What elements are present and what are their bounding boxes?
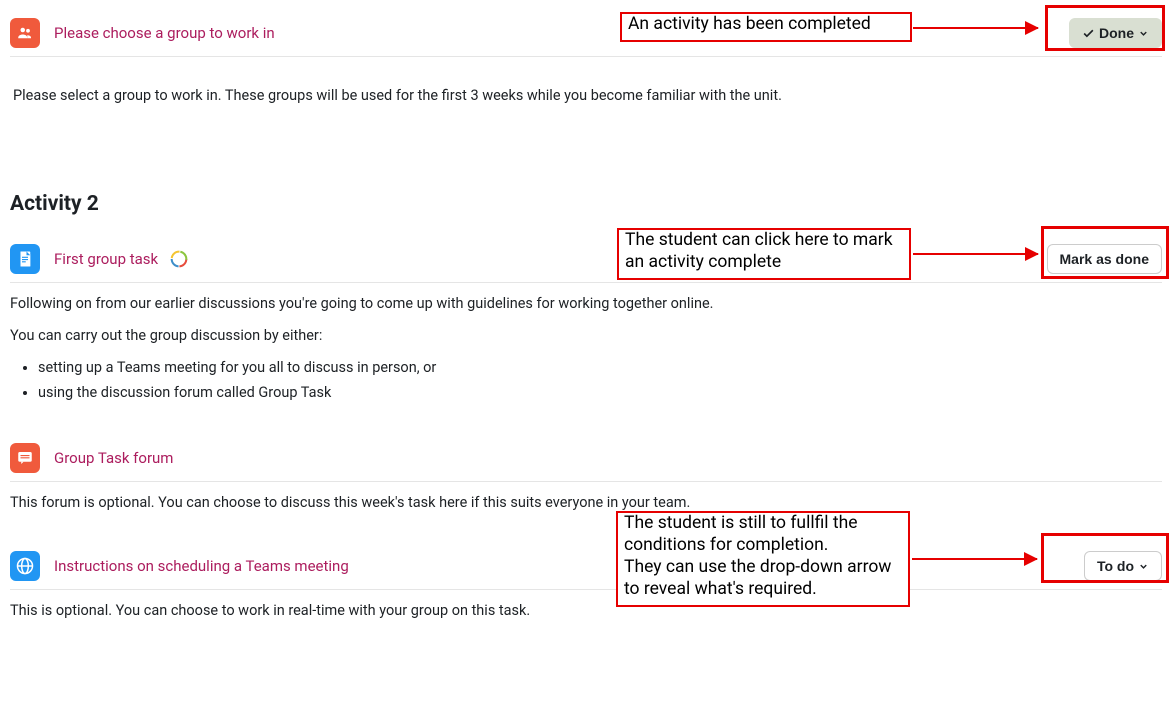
group-icon	[10, 18, 40, 48]
ring-icon	[168, 248, 190, 270]
activity-title-link[interactable]: Instructions on scheduling a Teams meeti…	[54, 557, 349, 575]
mark-as-done-label: Mark as done	[1060, 251, 1149, 267]
bullet-list: setting up a Teams meeting for you all t…	[38, 356, 1162, 404]
activity-title-link[interactable]: First group task	[54, 250, 158, 268]
callout-mark-done: The student can click here to mark an ac…	[617, 228, 911, 280]
todo-button-label: To do	[1097, 558, 1134, 574]
chevron-down-icon	[1138, 28, 1149, 39]
mark-as-done-button[interactable]: Mark as done	[1047, 244, 1162, 274]
arrow-todo	[912, 558, 1037, 560]
activity-description: Please select a group to work in. These …	[13, 85, 1162, 107]
arrow-done	[913, 27, 1038, 29]
activity-title-link[interactable]: Please choose a group to work in	[54, 24, 275, 42]
check-icon	[1082, 27, 1095, 40]
activity-description: Following on from our earlier discussion…	[10, 293, 1162, 315]
todo-button[interactable]: To do	[1084, 551, 1162, 581]
forum-icon	[10, 443, 40, 473]
done-button[interactable]: Done	[1069, 18, 1162, 48]
bullet-item: using the discussion forum called Group …	[38, 381, 1162, 404]
bullet-item: setting up a Teams meeting for you all t…	[38, 356, 1162, 379]
activity-description-2: You can carry out the group discussion b…	[10, 325, 1162, 347]
callout-done: An activity has been completed	[620, 12, 912, 42]
arrow-mark-done	[913, 253, 1038, 255]
activity-group-choice: Please choose a group to work in Done An…	[10, 10, 1162, 107]
activity-header: Instructions on scheduling a Teams meeti…	[10, 543, 1162, 590]
chevron-down-icon	[1138, 561, 1149, 572]
activity-title-link[interactable]: Group Task forum	[54, 449, 173, 467]
activity-description: This is optional. You can choose to work…	[10, 600, 1162, 622]
activity-group-task-forum: Group Task forum This forum is optional.…	[10, 435, 1162, 514]
callout-todo: The student is still to fullfil the cond…	[616, 511, 910, 607]
activity-header: Group Task forum	[10, 435, 1162, 482]
activity-header: First group task Mark as done	[10, 236, 1162, 283]
done-button-label: Done	[1099, 25, 1134, 41]
activity-description: This forum is optional. You can choose t…	[10, 492, 1162, 514]
document-icon	[10, 244, 40, 274]
activity-first-group-task: First group task Mark as done The studen…	[10, 236, 1162, 405]
activity-teams-instructions: Instructions on scheduling a Teams meeti…	[10, 543, 1162, 622]
section-heading: Activity 2	[10, 192, 1162, 216]
activity-header: Please choose a group to work in Done	[10, 10, 1162, 57]
globe-icon	[10, 551, 40, 581]
